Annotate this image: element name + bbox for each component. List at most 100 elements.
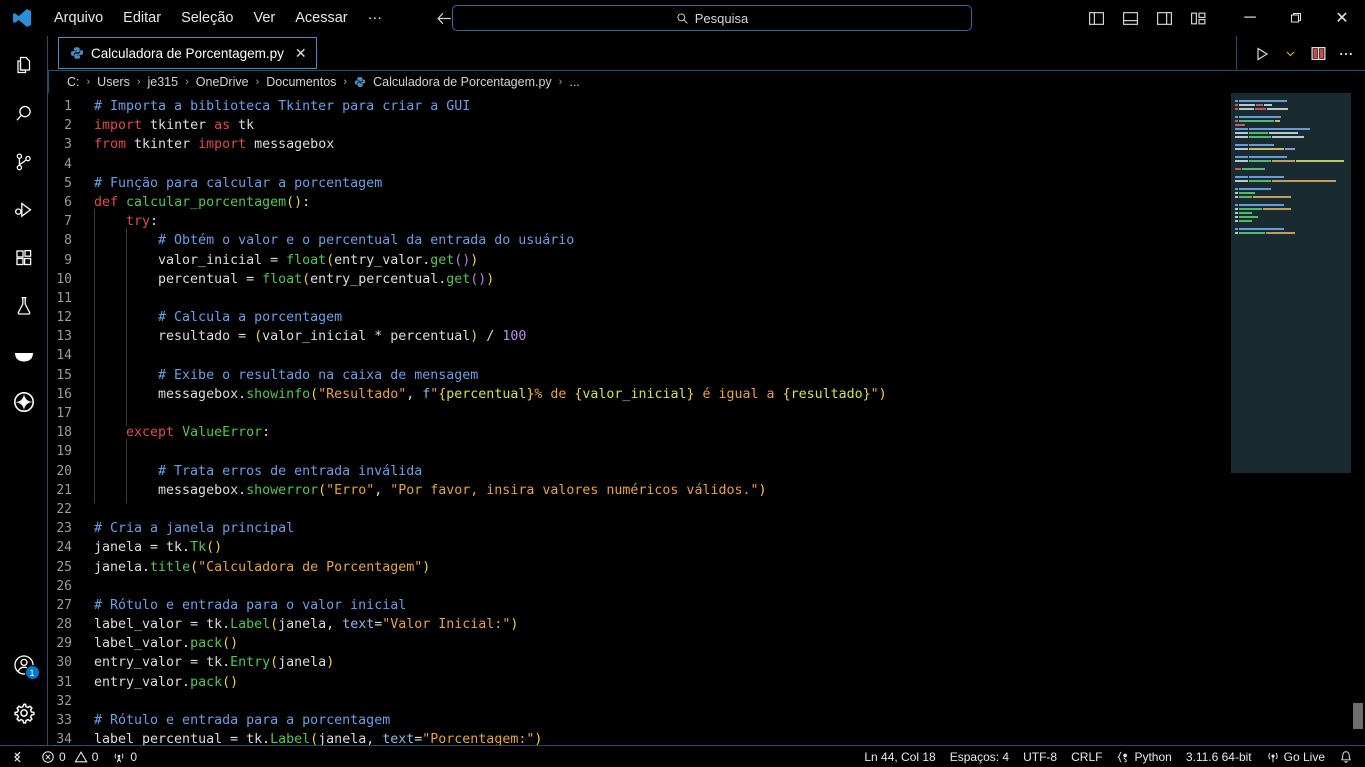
breadcrumb-item-0[interactable]: C: [65, 75, 82, 89]
run-options-chevron-down-icon[interactable] [1277, 41, 1303, 67]
tab-close-icon[interactable]: ✕ [295, 45, 307, 62]
code-line[interactable]: 5 # Função para calcular a porcentagem [48, 174, 1231, 193]
menu-ver[interactable]: Ver [243, 6, 285, 30]
menu-editar[interactable]: Editar [113, 6, 171, 30]
split-editor-icon[interactable] [1305, 41, 1331, 67]
sidebar-item-search[interactable] [0, 90, 48, 138]
breadcrumb-item-3[interactable]: OneDrive [194, 75, 251, 89]
sidebar-item-testing[interactable] [0, 282, 48, 330]
code-line[interactable]: 9 valor_inicial = float(entry_valor.get(… [48, 247, 1231, 273]
customize-layout-icon[interactable] [1185, 5, 1211, 31]
sidebar-item-explorer[interactable] [0, 42, 48, 90]
code-token: Entry [230, 655, 271, 671]
maximize-button[interactable] [1273, 0, 1319, 36]
ports-status[interactable]: 0 [105, 746, 144, 767]
code-line[interactable]: 29 label_valor.pack() [48, 634, 1231, 653]
code-line[interactable]: 8 # Obtém o valor e o percentual da entr… [48, 228, 1231, 254]
code-token: entry_valor. [94, 674, 191, 690]
code-line[interactable]: 12 # Calcula a porcentagem [48, 305, 1231, 331]
menu-overflow[interactable]: ··· [358, 6, 393, 30]
eol-status[interactable]: CRLF [1064, 746, 1109, 767]
breadcrumb-item-1[interactable]: Users [95, 75, 132, 89]
breadcrumb-item-5[interactable]: Calculadora de Porcentagem.py [371, 75, 554, 89]
tab-label: Calculadora de Porcentagem.py [91, 45, 284, 61]
encoding-status[interactable]: UTF-8 [1016, 746, 1064, 767]
cursor-position[interactable]: Ln 44, Col 18 [857, 746, 942, 767]
minimize-button[interactable]: ─ [1227, 0, 1273, 36]
code-line[interactable]: 28 label_valor = tk.Label(janela, text="V… [48, 615, 1231, 634]
menu-selecao[interactable]: Seleção [171, 6, 243, 30]
remote-indicator[interactable] [2, 746, 34, 767]
minimap-slider[interactable] [1231, 93, 1351, 473]
code-line[interactable]: 13 resultado = (valor_inicial * percentu… [48, 324, 1231, 350]
code-line[interactable]: 26 [48, 577, 1231, 596]
code-token: () [454, 252, 471, 268]
sidebar-item-azure[interactable] [0, 378, 48, 426]
notifications-status[interactable] [1332, 746, 1363, 767]
code-line[interactable]: 32 [48, 692, 1231, 711]
code-line[interactable]: 18 except ValueError: [48, 420, 1231, 446]
more-actions-ellipsis-icon[interactable] [1333, 41, 1359, 67]
warning-icon [74, 750, 88, 762]
code-token: entry_valor. [334, 252, 431, 268]
code-line[interactable]: 14 [48, 343, 1231, 369]
code-line[interactable]: 19 [48, 439, 1231, 465]
code-line[interactable]: 31 entry_valor.pack() [48, 673, 1231, 692]
run-python-file-icon[interactable] [1249, 41, 1275, 67]
editor-vertical-scrollbar[interactable] [1351, 93, 1365, 745]
go-live-status[interactable]: Go Live [1259, 746, 1332, 767]
tab-calculadora-de-porcentagem-py[interactable]: Calculadora de Porcentagem.py ✕ [58, 37, 317, 69]
python-interpreter-status[interactable]: 3.11.6 64-bit [1179, 746, 1259, 767]
code-editor[interactable]: 1 # Importa a biblioteca Tkinter para cri… [48, 93, 1231, 745]
code-line[interactable]: 10 percentual = float(entry_percentual.g… [48, 266, 1231, 293]
code-line[interactable]: 23 # Cria a janela principal [48, 519, 1231, 538]
code-line[interactable]: 30 entry_valor = tk.Entry(janela) [48, 653, 1231, 672]
language-mode-status[interactable]: Python [1109, 746, 1178, 767]
toggle-primary-sidebar-icon[interactable] [1083, 5, 1109, 31]
scrollbar-thumb[interactable] [1353, 703, 1363, 729]
code-line[interactable]: 16 messagebox.showinfo("Resultado", f"{p… [48, 381, 1231, 408]
code-line[interactable]: 1 # Importa a biblioteca Tkinter para cri… [48, 97, 1231, 116]
breadcrumb-item-6[interactable]: ... [567, 75, 581, 89]
code-line[interactable]: 33 # Rótulo e entrada para a porcentagem [48, 711, 1231, 730]
code-line[interactable]: 21 messagebox.showerror("Erro", "Por fav… [48, 477, 1231, 504]
toggle-panel-icon[interactable] [1117, 5, 1143, 31]
code-line[interactable]: 34 label_percentual = tk.Label(janela, te… [48, 730, 1231, 745]
sidebar-item-accounts[interactable]: 1 [0, 641, 48, 689]
code-line[interactable]: 7 try: [48, 209, 1231, 235]
code-line[interactable]: 22 [48, 500, 1231, 519]
breadcrumb-item-4[interactable]: Documentos [264, 75, 338, 89]
menu-arquivo[interactable]: Arquivo [44, 6, 113, 30]
code-line[interactable]: 27 # Rótulo e entrada para o valor inicia… [48, 596, 1231, 615]
toggle-secondary-sidebar-icon[interactable] [1151, 5, 1177, 31]
indentation-status[interactable]: Espaços: 4 [943, 746, 1016, 767]
code-line[interactable]: 3 from tkinter import messagebox [48, 135, 1231, 154]
code-line[interactable]: 25 janela.title("Calculadora de Porcentag… [48, 558, 1231, 577]
sidebar-item-run-debug[interactable] [0, 186, 48, 234]
code-token: showerror [246, 482, 319, 498]
line-content: # Trata erros de entrada inválida [94, 458, 1231, 485]
code-line[interactable]: 2 import tkinter as tk [48, 116, 1231, 135]
code-line[interactable]: 6 def calcular_porcentagem(): [48, 193, 1231, 212]
code-token: get [446, 271, 471, 287]
back-arrow-icon[interactable] [436, 10, 453, 27]
close-button[interactable]: ✕ [1319, 0, 1365, 36]
code-line[interactable]: 11 [48, 285, 1231, 312]
minimap[interactable] [1231, 93, 1351, 745]
code-line[interactable]: 20 # Trata erros de entrada inválida [48, 458, 1231, 485]
code-line[interactable]: 15 # Exibe o resultado na caixa de mensa… [48, 362, 1231, 389]
code-line[interactable]: 24 janela = tk.Tk() [48, 538, 1231, 557]
breadcrumb-item-2[interactable]: je315 [146, 75, 181, 89]
menu-acessar[interactable]: Acessar [285, 6, 357, 30]
code-line[interactable]: 4 [48, 155, 1231, 174]
line-number: 14 [56, 348, 72, 364]
activity-bar: 1 [0, 36, 48, 745]
sidebar-item-settings[interactable] [0, 689, 48, 737]
code-line[interactable]: 17 [48, 400, 1231, 427]
sidebar-item-extensions[interactable] [0, 234, 48, 282]
sidebar-item-source-control[interactable] [0, 138, 48, 186]
search-input[interactable]: Pesquisa [452, 5, 972, 31]
sidebar-item-docker[interactable] [0, 330, 48, 378]
problems-status[interactable]: 0 0 [34, 746, 105, 767]
warning-count: 0 [91, 749, 99, 764]
